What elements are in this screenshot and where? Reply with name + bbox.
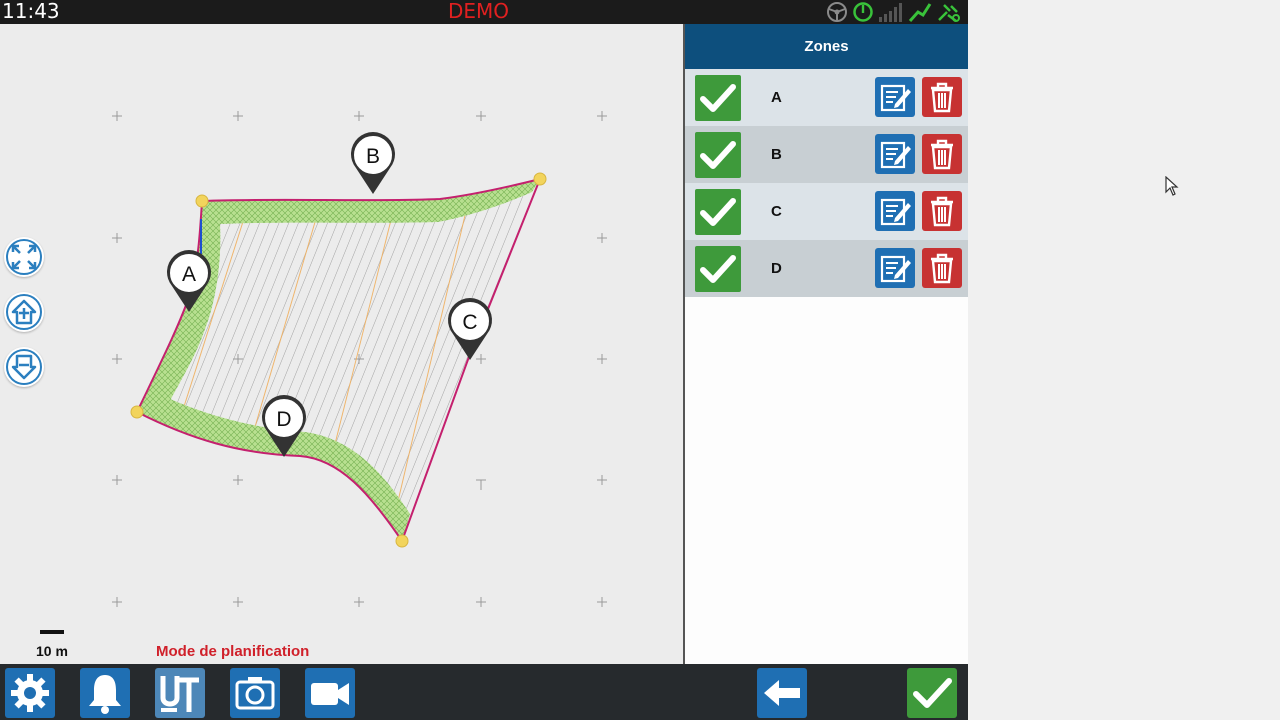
settings-button[interactable]	[5, 668, 55, 718]
zone-name: A	[771, 89, 782, 106]
map-view[interactable]: A B C D 10 m Mode de planification	[0, 24, 683, 664]
edit-icon	[880, 84, 911, 112]
zone-marker-b-label: B	[366, 145, 380, 168]
zone-c-delete-button[interactable]	[922, 191, 962, 231]
clock: 11:43	[2, 0, 60, 23]
zone-a-edit-button[interactable]	[875, 77, 915, 117]
trash-icon	[931, 196, 953, 227]
gnss-icon	[908, 3, 932, 22]
zone-name: C	[771, 203, 782, 220]
planning-mode-label: Mode de planification	[156, 643, 310, 660]
status-bar: 11:43 DEMO	[0, 0, 968, 24]
back-button[interactable]	[757, 668, 807, 718]
gauge-icon	[853, 2, 873, 22]
zoom-extent-button[interactable]	[4, 237, 44, 277]
trash-icon	[931, 139, 953, 170]
zone-name: B	[771, 146, 782, 163]
zones-panel: Zones A B C D	[683, 24, 968, 664]
check-icon	[700, 84, 736, 112]
zone-d-delete-button[interactable]	[922, 248, 962, 288]
field-map[interactable]: A B C D	[0, 24, 683, 664]
bell-icon	[89, 675, 121, 714]
notifications-button[interactable]	[80, 668, 130, 718]
home-up-icon	[6, 294, 42, 330]
home-down-icon	[6, 349, 42, 385]
trash-icon	[931, 82, 953, 113]
scale-bar	[40, 630, 64, 634]
zone-marker-a-label: A	[182, 263, 196, 286]
check-icon	[700, 141, 736, 169]
zone-row-d[interactable]: D	[685, 240, 968, 297]
zone-a-toggle[interactable]	[695, 75, 741, 121]
ut-icon	[160, 676, 199, 712]
video-icon	[311, 683, 349, 705]
zone-c-toggle[interactable]	[695, 189, 741, 235]
edit-icon	[880, 255, 911, 283]
zone-name: D	[771, 260, 782, 277]
video-button[interactable]	[305, 668, 355, 718]
zone-a-delete-button[interactable]	[922, 77, 962, 117]
status-icons	[826, 1, 962, 23]
zone-marker-d-label: D	[276, 408, 291, 431]
back-arrow-icon	[764, 680, 800, 706]
zone-row-b[interactable]: B	[685, 126, 968, 183]
settings-icon	[11, 674, 49, 712]
edit-icon	[880, 141, 911, 169]
zone-b-edit-button[interactable]	[875, 134, 915, 174]
zoom-extent-icon	[6, 239, 42, 275]
trash-icon	[931, 253, 953, 284]
demo-label: DEMO	[448, 0, 510, 23]
steering-wheel-icon	[827, 2, 847, 22]
zone-d-edit-button[interactable]	[875, 248, 915, 288]
field-interior	[137, 179, 540, 541]
zone-b-toggle[interactable]	[695, 132, 741, 178]
screenshot-button[interactable]	[230, 668, 280, 718]
zone-marker-c-label: C	[462, 311, 477, 334]
satellite-icon	[938, 4, 960, 22]
home-up-button[interactable]	[4, 292, 44, 332]
signal-bars-icon	[879, 3, 902, 22]
camera-icon	[235, 677, 275, 710]
scale-label: 10 m	[36, 643, 68, 659]
confirm-check-icon	[913, 678, 952, 708]
zones-panel-title: Zones	[685, 24, 968, 69]
zone-row-a[interactable]: A	[685, 69, 968, 126]
zone-marker-b[interactable]: B	[351, 132, 395, 194]
check-icon	[700, 198, 736, 226]
zone-d-toggle[interactable]	[695, 246, 741, 292]
confirm-button[interactable]	[907, 668, 957, 718]
zone-b-delete-button[interactable]	[922, 134, 962, 174]
home-down-button[interactable]	[4, 347, 44, 387]
edit-icon	[880, 198, 911, 226]
zone-row-c[interactable]: C	[685, 183, 968, 240]
check-icon	[700, 255, 736, 283]
terminal-screen: 11:43 DEMO A B C D 10 m Mode de planific…	[0, 0, 968, 720]
universal-terminal-button[interactable]	[155, 668, 205, 718]
mouse-cursor-icon	[1165, 176, 1179, 196]
bottom-toolbar	[0, 664, 968, 720]
zone-c-edit-button[interactable]	[875, 191, 915, 231]
